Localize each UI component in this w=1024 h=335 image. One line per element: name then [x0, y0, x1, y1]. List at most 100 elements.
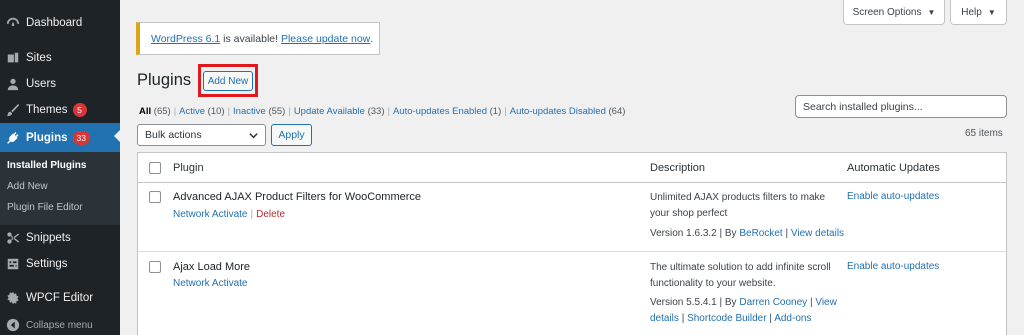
view-details-link[interactable]: details: [650, 313, 679, 324]
column-header-description: Description: [650, 162, 706, 174]
chevron-down-icon: [249, 133, 258, 139]
delete-link[interactable]: Delete: [256, 209, 285, 220]
sidebar-item-snippets[interactable]: Snippets: [0, 225, 120, 251]
filter-count: (64): [608, 106, 626, 117]
snippets-icon: [0, 231, 26, 245]
dashboard-icon: [0, 16, 26, 30]
select-all-checkbox[interactable]: [149, 162, 161, 174]
screen-options-label: Screen Options: [852, 6, 922, 18]
filter-inactive[interactable]: Inactive (55): [233, 106, 285, 117]
filter-label: Update Available: [293, 106, 365, 117]
page-title: Plugins: [137, 71, 192, 89]
filter-separator: |: [387, 106, 390, 117]
plugins-submenu: Installed Plugins Add New Plugin File Ed…: [0, 152, 120, 225]
network-activate-link[interactable]: Network Activate: [173, 209, 247, 220]
submenu-installed-plugins[interactable]: Installed Plugins: [7, 160, 86, 171]
filter-count: (65): [153, 106, 171, 117]
sidebar-item-label: Snippets: [26, 232, 71, 244]
search-plugins-input[interactable]: [795, 95, 1007, 118]
filter-label: Active: [179, 106, 206, 117]
description-line: Unlimited AJAX products filters to make: [650, 192, 826, 203]
column-header-plugin[interactable]: Plugin: [173, 162, 204, 174]
column-header-automatic-updates: Automatic Updates: [847, 162, 940, 174]
filter-label: All: [139, 106, 152, 117]
sidebar-item-label: WPCF Editor: [26, 292, 94, 304]
shortcode-builder-link[interactable]: Shortcode Builder: [687, 313, 767, 324]
filter-count: (33): [367, 106, 385, 117]
meta-separator: |: [769, 312, 772, 324]
update-notice: WordPress 6.1 is available! Please updat…: [136, 22, 380, 55]
help-label: Help: [961, 6, 982, 18]
admin-sidebar: Dashboard Sites Users Themes 5 Plugins 3…: [0, 0, 120, 335]
sidebar-item-label: Sites: [26, 52, 52, 64]
sidebar-item-users[interactable]: Users: [0, 71, 120, 97]
plugin-name: Ajax Load More: [173, 261, 251, 273]
author-link[interactable]: Darren Cooney: [739, 297, 807, 308]
filter-separator: |: [173, 106, 177, 117]
view-details-link[interactable]: View details: [791, 228, 844, 239]
help-button[interactable]: Help ▼: [950, 0, 1007, 25]
plugins-icon: [0, 131, 26, 145]
collapse-icon: [0, 318, 26, 332]
row-checkbox[interactable]: [149, 191, 161, 203]
enable-auto-updates-link[interactable]: Enable auto-updates: [847, 191, 939, 202]
notice-period: .: [370, 32, 374, 45]
sidebar-item-themes[interactable]: Themes 5: [0, 97, 120, 123]
plugin-description: Unlimited AJAX products filters to make …: [650, 190, 845, 221]
settings-icon: [0, 257, 26, 271]
submenu-add-new[interactable]: Add New: [7, 181, 48, 192]
wpcf-icon: [0, 291, 26, 305]
enable-auto-updates-link[interactable]: Enable auto-updates: [847, 261, 939, 272]
wordpress-version-link[interactable]: WordPress 6.1: [151, 33, 220, 45]
filter-label: Auto-updates Disabled: [509, 106, 606, 117]
filter-all[interactable]: All (65): [139, 106, 171, 117]
caret-down-icon: ▼: [927, 7, 936, 17]
sidebar-item-label: Users: [26, 78, 57, 90]
bulk-actions-select[interactable]: Bulk actions: [137, 124, 266, 146]
sidebar-item-label: Settings: [26, 258, 68, 270]
plugin-meta: Version 1.6.3.2 | By BeRocket | View det…: [650, 226, 850, 242]
apply-button[interactable]: Apply: [271, 124, 312, 146]
plugins-table: Plugin Description Automatic Updates Adv…: [137, 152, 1007, 335]
plugin-name: Advanced AJAX Product Filters for WooCom…: [173, 191, 422, 203]
filter-count: (55): [268, 106, 286, 117]
sidebar-item-plugins[interactable]: Plugins 33: [0, 123, 120, 152]
plugin-description: The ultimate solution to add infinite sc…: [650, 260, 848, 291]
meta-separator: |: [809, 297, 813, 308]
sidebar-item-label: Themes: [26, 104, 68, 116]
update-count-badge: 33: [72, 130, 90, 145]
filter-auto-updates-enabled[interactable]: Auto-updates Enabled (1): [393, 106, 501, 117]
screen-options-button[interactable]: Screen Options ▼: [843, 0, 945, 25]
sites-icon: [0, 51, 26, 65]
add-new-button[interactable]: Add New: [203, 71, 253, 91]
filter-label: Inactive: [233, 106, 266, 117]
filter-update-available[interactable]: Update Available (33): [294, 106, 385, 117]
network-activate-link[interactable]: Network Activate: [173, 278, 247, 289]
sidebar-item-dashboard[interactable]: Dashboard: [0, 10, 120, 36]
plugin-version: Version 1.6.3.2: [650, 228, 717, 239]
sidebar-item-sites[interactable]: Sites: [0, 45, 120, 71]
sidebar-item-wpcf-editor[interactable]: WPCF Editor: [0, 285, 120, 311]
add-ons-link[interactable]: Add-ons: [774, 313, 811, 324]
author-link[interactable]: BeRocket: [739, 228, 782, 239]
filter-separator: |: [227, 106, 231, 117]
update-count-badge: 5: [72, 103, 87, 117]
description-line: functionality to your website.: [650, 277, 776, 289]
filter-active[interactable]: Active (10): [179, 106, 224, 117]
update-now-link[interactable]: Please update now: [281, 33, 370, 45]
meta-separator: |: [681, 312, 685, 324]
meta-separator: |: [785, 228, 789, 239]
filter-label: Auto-updates Enabled: [392, 106, 487, 117]
sidebar-item-label: Dashboard: [26, 17, 83, 29]
description-line: your shop perfect: [650, 207, 728, 219]
sidebar-item-settings[interactable]: Settings: [0, 251, 120, 277]
description-line: The ultimate solution to add infinite sc…: [650, 262, 831, 273]
submenu-plugin-file-editor[interactable]: Plugin File Editor: [7, 202, 83, 213]
plugin-version: Version 5.5.4.1: [650, 297, 717, 308]
view-details-link[interactable]: View: [815, 297, 837, 308]
row-checkbox[interactable]: [149, 261, 161, 273]
filter-auto-updates-disabled[interactable]: Auto-updates Disabled (64): [510, 106, 626, 117]
plugin-meta: Version 5.5.4.1 | By Darren Cooney | Vie…: [650, 295, 840, 326]
collapse-menu-button[interactable]: Collapse menu: [0, 312, 120, 335]
users-icon: [0, 77, 26, 91]
